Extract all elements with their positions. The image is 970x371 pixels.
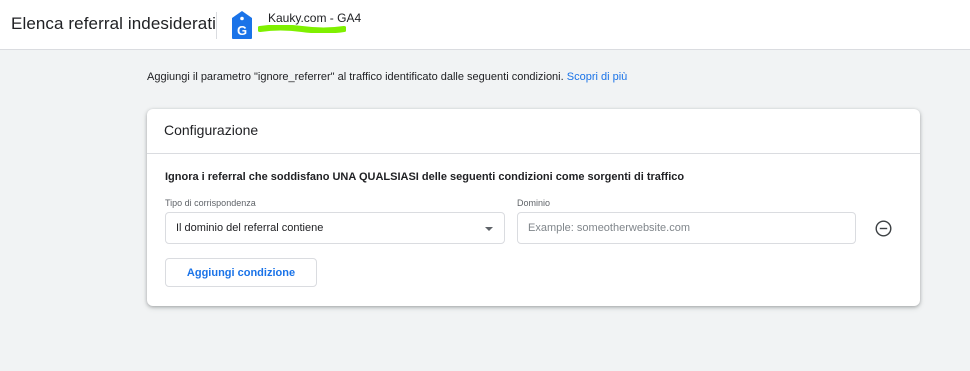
remove-circle-icon[interactable] bbox=[875, 220, 892, 237]
rule-description: Ignora i referral che soddisfano UNA QUA… bbox=[165, 171, 685, 183]
card-title: Configurazione bbox=[164, 122, 259, 138]
domain-input[interactable] bbox=[517, 212, 856, 244]
title-divider bbox=[216, 12, 217, 39]
ga-property-icon[interactable]: G bbox=[232, 11, 252, 39]
intro-description: Aggiungi il parametro "ignore_referrer" … bbox=[147, 71, 564, 83]
domain-label: Dominio bbox=[517, 198, 551, 208]
page-title: Elenca referral indesiderati bbox=[11, 14, 217, 33]
svg-text:G: G bbox=[237, 23, 247, 38]
highlight-scribble bbox=[258, 25, 346, 33]
learn-more-link[interactable]: Scopri di più bbox=[567, 71, 628, 83]
configuration-card: Configurazione Ignora i referral che sod… bbox=[147, 109, 920, 306]
dropdown-arrow-icon bbox=[485, 227, 493, 231]
top-bar: Elenca referral indesiderati G Kauky.com… bbox=[0, 0, 970, 50]
match-type-label: Tipo di corrispondenza bbox=[165, 198, 256, 208]
add-condition-button[interactable]: Aggiungi condizione bbox=[165, 258, 317, 287]
match-type-value: Il dominio del referral contiene bbox=[176, 222, 324, 234]
intro-text: Aggiungi il parametro "ignore_referrer" … bbox=[147, 71, 627, 83]
property-name[interactable]: Kauky.com - GA4 bbox=[268, 11, 361, 25]
match-type-select[interactable]: Il dominio del referral contiene bbox=[165, 212, 505, 244]
card-divider bbox=[147, 153, 920, 154]
